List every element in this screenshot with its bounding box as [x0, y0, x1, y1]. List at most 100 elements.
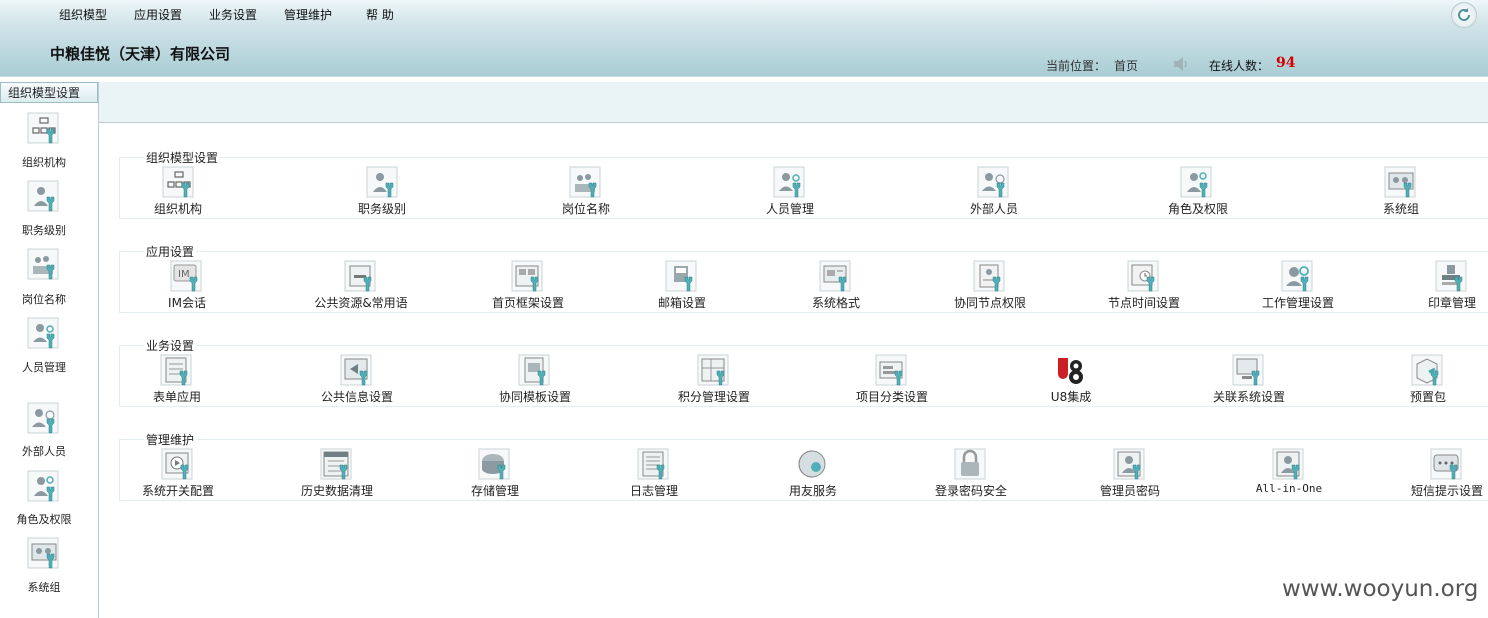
sidebar: 组织模型设置 组织机构 职务级别 岗位名称 人员管理 外部人员 角色及权限 系统…	[0, 82, 99, 618]
job-level-icon	[366, 166, 400, 200]
points-icon	[697, 354, 731, 388]
personnel-icon	[27, 317, 59, 349]
sidebar-item-label: 岗位名称	[22, 293, 66, 306]
section-title: 组织模型设置	[144, 149, 221, 166]
online-label: 在线人数：	[1209, 59, 1270, 73]
setting-label: 首页框架设置	[491, 296, 565, 310]
history-cleanup-icon	[320, 448, 354, 482]
public-info-icon	[340, 354, 374, 388]
system-format-icon	[819, 260, 853, 294]
setting-label: 短信提示设置	[1410, 484, 1484, 498]
section-org-model: 组织模型设置 组织机构 职务级别 岗位名称 人员管理 外部人员 角色及权限 系统…	[119, 149, 1488, 219]
admin-password-icon	[1113, 448, 1147, 482]
service-globe-icon	[796, 448, 830, 482]
setting-label: 协同节点权限	[953, 296, 1027, 310]
setting-label: 表单应用	[152, 390, 202, 404]
org-structure-icon	[27, 112, 59, 144]
preset-package-icon	[1411, 354, 1445, 388]
setting-label: 系统开关配置	[141, 484, 215, 498]
setting-label: 职务级别	[357, 202, 407, 216]
setting-label: 登录密码安全	[934, 484, 1008, 498]
section-business-settings: 业务设置 表单应用 公共信息设置 协同模板设置 积分管理设置 项目分类设置 U8…	[119, 337, 1488, 407]
position-name-icon	[569, 166, 603, 200]
setting-label: 预置包	[1409, 390, 1447, 404]
setting-label: 角色及权限	[1167, 202, 1229, 216]
storage-icon	[478, 448, 512, 482]
watermark: www.wooyun.org	[1282, 576, 1479, 602]
setting-label: All-in-One	[1255, 482, 1323, 495]
sms-icon	[1430, 448, 1464, 482]
section-app-settings: 应用设置 IM IM会话 公共资源&常用语 首页框架设置 邮箱设置 系统格式 协…	[119, 243, 1488, 313]
menu-business-settings[interactable]: 业务设置	[209, 6, 257, 23]
setting-label: 系统格式	[811, 296, 861, 310]
homepage-frame-icon	[511, 260, 545, 294]
node-time-icon	[1127, 260, 1161, 294]
sidebar-title: 组织模型设置	[0, 82, 98, 103]
setting-label: IM会话	[168, 296, 206, 310]
section-title: 管理维护	[144, 431, 197, 448]
all-in-one-icon	[1272, 448, 1306, 482]
setting-label: 关联系统设置	[1212, 390, 1286, 404]
setting-label: 公共资源&常用语	[314, 296, 408, 310]
location-value[interactable]: 首页	[1114, 57, 1138, 74]
setting-label: 协同模板设置	[498, 390, 572, 404]
form-app-icon	[160, 354, 194, 388]
speaker-icon[interactable]	[1172, 56, 1190, 72]
svg-text:IM: IM	[178, 269, 190, 280]
u8-logo-icon	[1054, 354, 1088, 388]
sidebar-item-label: 人员管理	[22, 361, 66, 374]
setting-label: 用友服务	[788, 484, 838, 498]
setting-label: 节点时间设置	[1107, 296, 1181, 310]
system-switch-icon	[161, 448, 195, 482]
lock-icon	[954, 448, 988, 482]
setting-label: 公共信息设置	[320, 390, 394, 404]
sidebar-item-label: 组织机构	[22, 156, 66, 169]
role-permission-icon	[27, 470, 59, 502]
position-name-icon	[27, 248, 59, 280]
setting-label: 邮箱设置	[657, 296, 707, 310]
setting-label: 积分管理设置	[677, 390, 751, 404]
menu-help[interactable]: 帮 助	[366, 6, 394, 23]
section-title: 业务设置	[144, 337, 197, 354]
node-permission-icon	[973, 260, 1007, 294]
job-level-icon	[27, 180, 59, 212]
header-bar: 组织模型 应用设置 业务设置 管理维护 帮 助 中粮佳悦（天津）有限公司 当前位…	[0, 0, 1488, 77]
company-name: 中粮佳悦（天津）有限公司	[50, 45, 231, 63]
location-label: 当前位置：	[1046, 59, 1107, 73]
org-structure-icon	[162, 166, 196, 200]
system-group-icon	[27, 537, 59, 569]
section-management: 管理维护 系统开关配置 历史数据清理 存储管理 日志管理 用友服务 登录密码安全…	[119, 431, 1488, 501]
setting-label: 管理员密码	[1099, 484, 1161, 498]
setting-label: 组织机构	[153, 202, 203, 216]
mailbox-icon	[665, 260, 699, 294]
role-permission-icon	[1180, 166, 1214, 200]
external-person-icon	[27, 402, 59, 434]
sidebar-item-label: 外部人员	[22, 445, 66, 458]
im-chat-icon: IM	[170, 260, 204, 294]
setting-label: 存储管理	[470, 484, 520, 498]
log-icon	[637, 448, 671, 482]
menu-org-model[interactable]: 组织模型	[59, 6, 107, 23]
setting-label: 项目分类设置	[855, 390, 929, 404]
setting-label: 历史数据清理	[300, 484, 374, 498]
personnel-icon	[773, 166, 807, 200]
linked-system-icon	[1232, 354, 1266, 388]
section-title: 应用设置	[144, 243, 197, 260]
menu-app-settings[interactable]: 应用设置	[134, 6, 182, 23]
setting-label: 人员管理	[765, 202, 815, 216]
sidebar-item-label: 角色及权限	[16, 513, 72, 526]
refresh-button[interactable]	[1451, 2, 1477, 28]
project-category-icon	[875, 354, 909, 388]
menu-management[interactable]: 管理维护	[284, 6, 332, 23]
setting-label: 外部人员	[969, 202, 1019, 216]
external-person-icon	[977, 166, 1011, 200]
refresh-icon	[1458, 8, 1470, 21]
setting-label: 印章管理	[1427, 296, 1477, 310]
setting-label: 日志管理	[629, 484, 679, 498]
setting-label: 工作管理设置	[1261, 296, 1335, 310]
setting-label: U8集成	[1050, 390, 1092, 404]
online-count: 94	[1276, 55, 1296, 71]
template-icon	[518, 354, 552, 388]
public-resource-icon	[344, 260, 378, 294]
setting-label: 岗位名称	[561, 202, 611, 216]
